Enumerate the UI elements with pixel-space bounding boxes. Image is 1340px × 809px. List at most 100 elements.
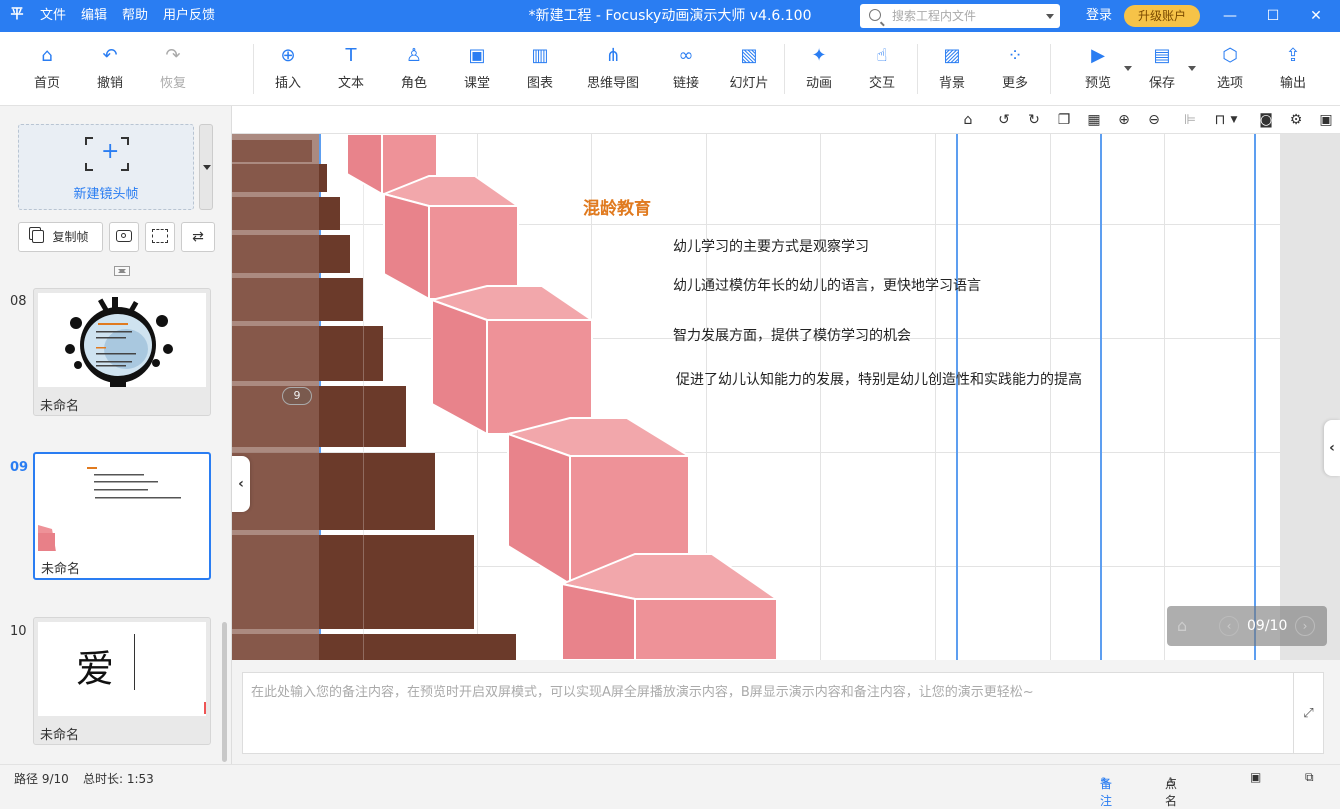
home-icon[interactable]: ⌂ bbox=[1177, 616, 1197, 636]
notes-input[interactable]: 在此处输入您的备注内容，在预览时开启双屏模式，可以实现A屏全屏播放演示内容，B屏… bbox=[242, 672, 1294, 754]
slide-label: 幻灯片 bbox=[729, 76, 769, 91]
undo-icon: ↶ bbox=[102, 45, 118, 66]
menu-file[interactable]: 文件 bbox=[40, 0, 66, 32]
options-button[interactable]: ⬡ 选项 bbox=[1200, 46, 1260, 92]
close-button[interactable]: ✕ bbox=[1296, 0, 1336, 32]
more-button[interactable]: ⁘ 更多 bbox=[985, 46, 1045, 92]
add-frame-icon: + bbox=[85, 137, 129, 171]
chart-button[interactable]: ▥ 图表 bbox=[510, 46, 570, 92]
screenshot-button[interactable] bbox=[109, 222, 139, 252]
animation-button[interactable]: ✦ 动画 bbox=[789, 46, 849, 92]
camera-icon bbox=[116, 230, 132, 242]
frame-list-scrollbar[interactable] bbox=[222, 622, 227, 762]
classroom-label: 课堂 bbox=[463, 76, 490, 91]
insert-button[interactable]: ⊕ 插入 bbox=[258, 45, 318, 92]
copy-frame-button[interactable]: 复制帧 bbox=[18, 222, 103, 252]
upgrade-button[interactable]: 升级账户 bbox=[1124, 5, 1200, 27]
mindmap-button[interactable]: ⋔ 思维导图 bbox=[583, 46, 643, 92]
classroom-button[interactable]: ▣ 课堂 bbox=[447, 46, 507, 92]
search-input[interactable]: 搜索工程内文件 bbox=[860, 4, 1060, 28]
frame-thumbnail-10[interactable]: 爱 未命名 bbox=[33, 617, 211, 745]
settings-icon[interactable]: ⚙ bbox=[1287, 111, 1305, 129]
expand-icon: ⤢ bbox=[1303, 706, 1314, 721]
menu-bar: 文件 编辑 帮助 用户反馈 bbox=[40, 0, 230, 32]
frame-name: 未命名 bbox=[40, 399, 80, 414]
thumbnail-glyph: 爱 bbox=[76, 647, 115, 691]
collapse-right-panel-button[interactable]: ‹ bbox=[1324, 420, 1340, 476]
thumbnail-image bbox=[38, 457, 206, 551]
layers-icon[interactable]: ▣ bbox=[1317, 111, 1335, 129]
collapse-left-panel-button[interactable]: ‹ bbox=[232, 456, 250, 512]
align-icon[interactable]: ⊫ bbox=[1181, 111, 1199, 129]
menu-help[interactable]: 帮助 bbox=[122, 0, 148, 32]
screen-icon[interactable]: ▣ bbox=[1250, 770, 1261, 784]
slide-text-line[interactable]: 促进了幼儿认知能力的发展，特别是幼儿创造性和实践能力的提高 bbox=[676, 369, 1082, 389]
insert-label: 插入 bbox=[274, 76, 301, 91]
swap-button[interactable]: ⇄ bbox=[181, 222, 215, 252]
new-frame-button[interactable]: + 新建镜头帧 bbox=[18, 124, 194, 210]
camera-icon[interactable]: ◙ bbox=[1257, 111, 1275, 129]
duration-status: 总时长: 1:53 bbox=[83, 772, 154, 786]
minimize-button[interactable]: — bbox=[1210, 0, 1250, 32]
frame-name: 未命名 bbox=[40, 728, 80, 743]
copy-frame-label: 复制帧 bbox=[52, 230, 89, 244]
zoom-out-icon[interactable]: ⊖ bbox=[1145, 111, 1163, 129]
rotate-right-icon[interactable]: ↻ bbox=[1025, 111, 1043, 129]
redo-button[interactable]: ↷ 恢复 bbox=[143, 46, 203, 92]
slide-button[interactable]: ▧ 幻灯片 bbox=[719, 46, 779, 92]
menu-edit[interactable]: 编辑 bbox=[81, 0, 107, 32]
frame-thumbnail-09[interactable]: 未命名 bbox=[33, 452, 211, 580]
text-button[interactable]: T 文本 bbox=[321, 46, 381, 92]
new-frame-dropdown[interactable] bbox=[199, 124, 213, 210]
menu-feedback[interactable]: 用户反馈 bbox=[163, 0, 215, 32]
plus-circle-icon: ⊕ bbox=[280, 45, 296, 66]
frame-thumbnail-08[interactable]: 未命名 bbox=[33, 288, 211, 416]
link-icon: ∞ bbox=[678, 45, 694, 66]
frame-navigator: ⌂ ‹ 09/10 › bbox=[1167, 606, 1327, 646]
role-label: 角色 bbox=[400, 76, 427, 91]
preview-button[interactable]: ▶ 预览 bbox=[1068, 46, 1132, 91]
frame-panel: + 新建镜头帧 复制帧 ⇄ 08 未命名 09 未命名 10 爱 未命名 bbox=[0, 106, 232, 764]
prev-frame-button[interactable]: ‹ bbox=[1219, 616, 1239, 636]
fit-frame-button[interactable] bbox=[145, 222, 175, 252]
role-button[interactable]: ♙ 角色 bbox=[384, 46, 444, 92]
rotate-left-icon[interactable]: ↺ bbox=[995, 111, 1013, 129]
zoom-in-icon[interactable]: ⊕ bbox=[1115, 111, 1133, 129]
slide-text-line[interactable]: 幼儿通过模仿年长的幼儿的语言，更快地学习语言 bbox=[673, 275, 981, 295]
slide-text-line[interactable]: 智力发展方面，提供了模仿学习的机会 bbox=[673, 325, 911, 345]
export-button[interactable]: ⇪ 输出 bbox=[1263, 46, 1323, 92]
expand-notes-button[interactable]: ⤢ bbox=[1294, 672, 1324, 754]
link-button[interactable]: ∞ 链接 bbox=[656, 45, 716, 92]
slide-stage[interactable]: 9 混龄教育 幼儿学习的主要方式是观察学习 幼儿通过模仿年长的幼儿的语言，更快地… bbox=[232, 134, 1280, 660]
chevron-down-icon[interactable] bbox=[1124, 66, 1132, 71]
text-label: 文本 bbox=[337, 76, 364, 91]
mindmap-label: 思维导图 bbox=[586, 76, 639, 91]
hand-pointer-icon: ☝ bbox=[876, 45, 888, 66]
page-indicator: 09/10 bbox=[1247, 618, 1288, 634]
chevron-down-icon[interactable] bbox=[1188, 66, 1196, 71]
paste-icon[interactable]: ▦ bbox=[1085, 111, 1103, 129]
slide-heading[interactable]: 混龄教育 bbox=[583, 194, 651, 219]
export-label: 输出 bbox=[1279, 76, 1306, 91]
copy-icon[interactable]: ❐ bbox=[1055, 111, 1073, 129]
chevron-down-icon[interactable] bbox=[1046, 14, 1054, 19]
slide-text-line[interactable]: 幼儿学习的主要方式是观察学习 bbox=[673, 236, 869, 256]
next-frame-button[interactable]: › bbox=[1295, 616, 1315, 636]
fit-frame-icon bbox=[152, 229, 168, 243]
interact-button[interactable]: ☝ 交互 bbox=[852, 45, 912, 92]
main-toolbar: ⌂ 首页 ↶ 撤销 ↷ 恢复 ⊕ 插入 T 文本 ♙ 角色 ▣ 课堂 ▥ 图表 ⋔ 思维导图 ∞ 链… bbox=[0, 32, 1340, 106]
save-button[interactable]: ▤ 保存 bbox=[1132, 46, 1196, 91]
undo-button[interactable]: ↶ 撤销 bbox=[80, 45, 140, 92]
home-button[interactable]: ⌂ 首页 bbox=[17, 46, 77, 92]
window-icon[interactable]: ⧉ bbox=[1305, 770, 1314, 785]
login-link[interactable]: 登录 bbox=[1086, 0, 1112, 32]
background-button[interactable]: ▨ 背景 bbox=[922, 46, 982, 92]
maximize-button[interactable]: ☐ bbox=[1253, 0, 1293, 32]
path-status: 路径 9/10 bbox=[14, 772, 69, 786]
preview-label: 预览 bbox=[1084, 76, 1111, 91]
chevron-down-icon[interactable]: ▼ bbox=[1225, 111, 1243, 129]
save-label: 保存 bbox=[1148, 76, 1175, 91]
interact-label: 交互 bbox=[868, 76, 895, 91]
home-view-icon[interactable]: ⌂ bbox=[959, 111, 977, 129]
transition-icon[interactable] bbox=[114, 266, 130, 276]
